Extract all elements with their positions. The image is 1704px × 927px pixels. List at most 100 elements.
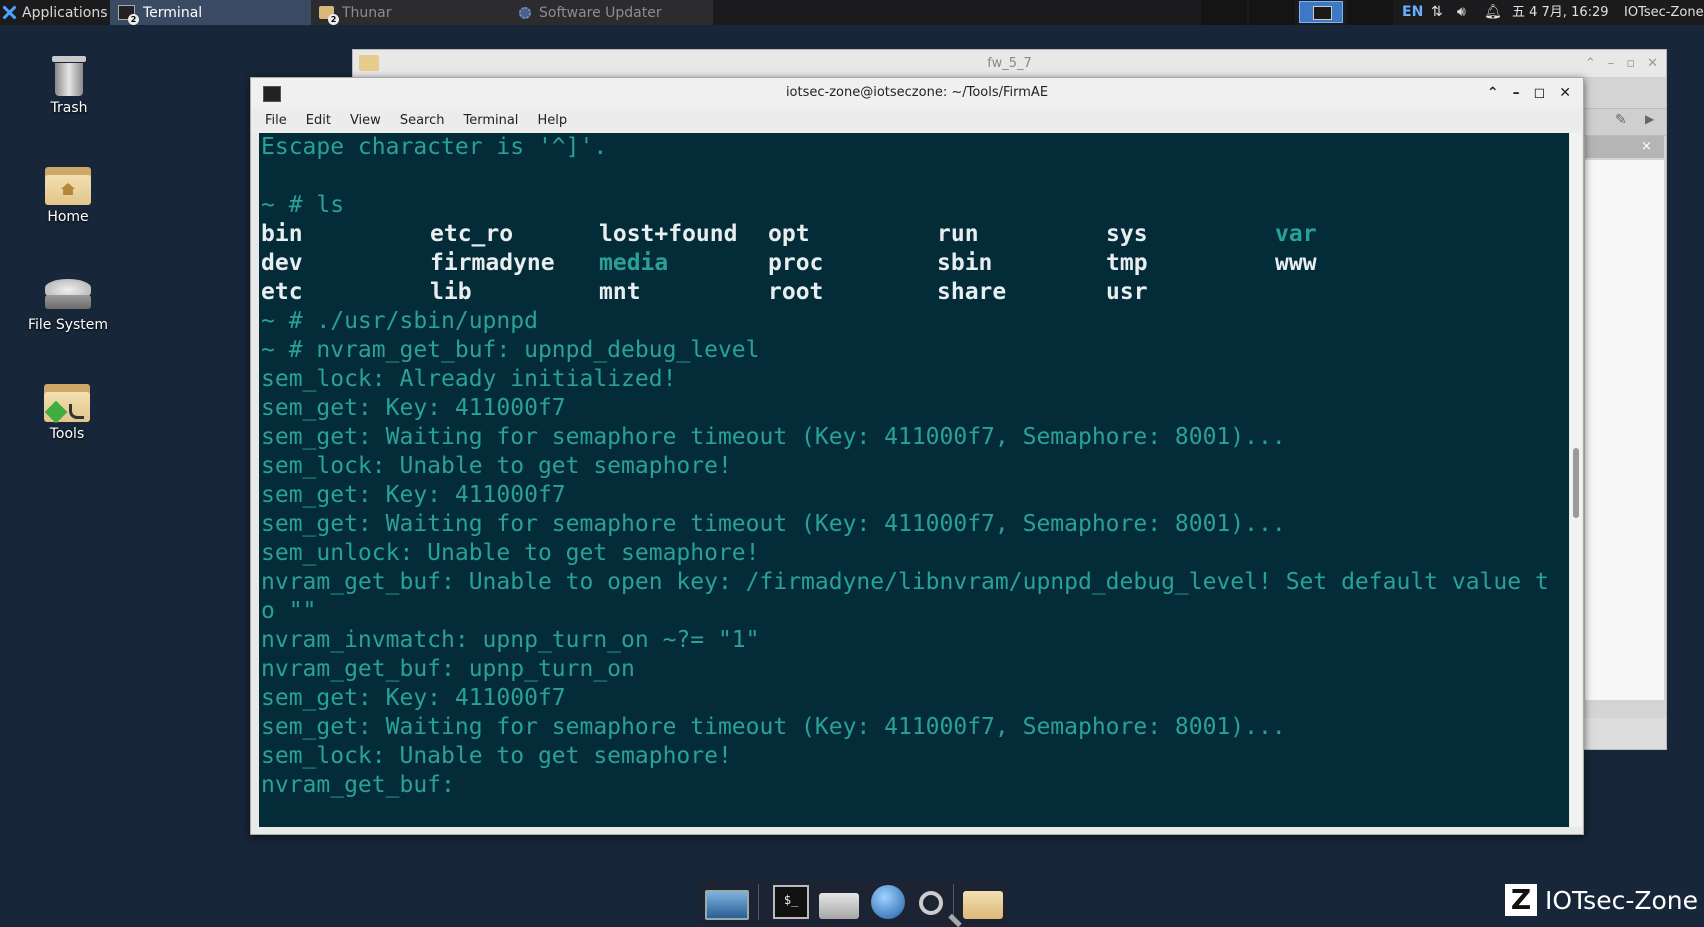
terminal-line: ~ # ls — [261, 192, 345, 218]
user-menu[interactable]: IOTsec-Zone — [1624, 0, 1704, 25]
thunar-titlebar[interactable]: fw_5_7 ⌃ – ▫ ✕ — [353, 50, 1666, 78]
ls-entry: www — [1275, 250, 1317, 276]
terminal-titlebar[interactable]: iotsec-zone@iotseczone: ~/Tools/FirmAE ⌃… — [251, 78, 1583, 108]
desktop-icon[interactable] — [704, 890, 749, 920]
dock-separator — [758, 884, 760, 920]
taskbar-terminal-button[interactable]: 2 Terminal — [110, 0, 311, 25]
ls-entry: dev — [261, 250, 303, 276]
desktop-icon-home[interactable]: Home — [13, 167, 123, 225]
maximize-button[interactable]: ◻ — [1534, 85, 1546, 101]
desktop-icon-file-system[interactable]: File System — [13, 279, 123, 333]
desktop-icon-label: Trash — [50, 100, 88, 116]
menu-view[interactable]: View — [350, 113, 381, 128]
ls-entry: lost+found — [599, 221, 738, 247]
desktop-icon-label: Tools — [49, 426, 85, 442]
ls-entry: root — [768, 279, 824, 305]
desktop-icon-label: File System — [27, 317, 109, 333]
terminal-output[interactable]: Escape character is '^]'. ~ # ls bin etc_… — [259, 133, 1569, 827]
ls-entry: etc_ro — [430, 221, 514, 247]
terminal-window-title: iotsec-zone@iotseczone: ~/Tools/FirmAE — [785, 85, 1049, 100]
taskbar-software-updater-button[interactable]: Software Updater — [511, 0, 713, 25]
terminal-after-lines: ~ # ./usr/sbin/upnpd ~ # nvram_get_buf: u… — [259, 307, 1569, 800]
shade-button[interactable]: ⌃ — [1487, 85, 1499, 101]
terminal-line: sem_lock: Already initialized! — [261, 366, 677, 392]
menu-help[interactable]: Help — [537, 113, 567, 128]
ls-directory-entry: media — [599, 250, 669, 276]
terminal-line — [259, 162, 1569, 191]
ls-entry: lib — [430, 279, 472, 305]
terminal-line: nvram_invmatch: upnp_turn_on ~?= "1" — [261, 627, 760, 653]
notification-bell-icon[interactable]: 🔔︎ — [1484, 0, 1502, 25]
minimize-button[interactable]: – — [1513, 85, 1520, 101]
workspace-4[interactable] — [1347, 0, 1393, 25]
terminal-icon[interactable]: $_ — [773, 885, 810, 919]
folder-icon[interactable] — [963, 891, 1004, 919]
terminal-line: sem_get: Waiting for semaphore timeout (… — [261, 424, 1286, 450]
thunar-file-area[interactable] — [1585, 160, 1664, 700]
search-icon[interactable] — [918, 891, 943, 915]
ls-entry: mnt — [599, 279, 641, 305]
shade-button[interactable]: ⌃ — [1585, 56, 1596, 71]
updater-icon — [519, 6, 531, 19]
terminal-line: nvram_get_buf: upnp_turn_on — [261, 656, 635, 682]
minimize-button[interactable]: – — [1608, 56, 1615, 71]
keyboard-layout-indicator[interactable]: EN — [1402, 0, 1423, 25]
window-count-badge: 2 — [128, 14, 139, 25]
workspace-2[interactable] — [1249, 0, 1295, 25]
workspace-1[interactable] — [1201, 0, 1247, 25]
volume-icon[interactable]: 🔊︎ — [1457, 0, 1466, 25]
drive-icon — [45, 279, 91, 313]
workspace-active[interactable] — [1299, 1, 1343, 23]
ls-row: bin etc_ro lost+found opt run sys var — [259, 220, 1569, 249]
clock[interactable]: 五 4 7月, 16:29 — [1512, 0, 1609, 25]
menu-terminal[interactable]: Terminal — [463, 113, 518, 128]
close-button[interactable]: ✕ — [1559, 85, 1571, 101]
desktop-icon-tools[interactable]: Tools — [12, 384, 122, 442]
watermark-text: IOTsec-Zone — [1545, 885, 1699, 915]
dock: $_ — [700, 878, 1008, 926]
menu-edit[interactable]: Edit — [306, 113, 331, 128]
edit-pencil-icon[interactable]: ✎ — [1615, 112, 1627, 128]
taskbar-thunar-button[interactable]: 2 Thunar — [311, 0, 511, 25]
terminal-line: ~ # nvram_get_buf: upnpd_debug_level — [261, 337, 760, 363]
ls-entry: share — [937, 279, 1007, 305]
browser-icon[interactable] — [871, 885, 906, 919]
terminal-line: sem_get: Key: 411000f7 — [261, 685, 566, 711]
terminal-icon: 2 — [118, 5, 139, 25]
home-folder-icon — [45, 167, 91, 205]
terminal-line: o "" — [261, 598, 317, 624]
maximize-button[interactable]: ▫ — [1626, 56, 1635, 71]
terminal-line: sem_lock: Unable to get semaphore! — [261, 453, 732, 479]
desktop-icon-trash[interactable]: Trash — [14, 56, 124, 116]
terminal-line: nvram_get_buf: Unable to open key: /firm… — [261, 569, 1549, 595]
taskbar-terminal-label: Terminal — [143, 4, 203, 21]
thunar-window-title: fw_5_7 — [987, 56, 1032, 71]
trash-icon — [52, 56, 86, 96]
scrollbar-thumb[interactable] — [1573, 448, 1579, 518]
taskbar-software-updater-label: Software Updater — [539, 4, 662, 21]
ls-entry — [1275, 278, 1444, 307]
terminal-line: nvram_get_buf: — [261, 772, 455, 798]
terminal-window[interactable]: iotsec-zone@iotseczone: ~/Tools/FirmAE ⌃… — [250, 77, 1584, 835]
terminal-line: sem_get: Key: 411000f7 — [261, 482, 566, 508]
network-icon[interactable]: ⇅ — [1431, 0, 1443, 25]
ls-entry: sys — [1106, 221, 1148, 247]
ls-entry: sbin — [937, 250, 993, 276]
pane-close-button[interactable]: × — [1585, 136, 1664, 158]
menu-file[interactable]: File — [265, 113, 287, 128]
ls-entry: bin — [261, 221, 303, 247]
chevron-right-icon[interactable]: ▶ — [1645, 112, 1654, 126]
close-button[interactable]: ✕ — [1647, 56, 1658, 71]
terminal-scrollbar[interactable] — [1570, 133, 1582, 827]
ls-entry: tmp — [1106, 250, 1148, 276]
home-icon[interactable] — [818, 893, 859, 919]
window-count-badge: 2 — [328, 14, 339, 25]
applications-menu[interactable]: Applications : — [0, 0, 117, 25]
ls-entry: opt — [768, 221, 810, 247]
ls-row: etc lib mnt root share usr — [259, 278, 1569, 307]
ls-row: dev firmadyne media proc sbin tmp www — [259, 249, 1569, 278]
folder-icon: 2 — [319, 6, 339, 25]
ls-entry: etc — [261, 279, 303, 305]
terminal-line: sem_get: Key: 411000f7 — [261, 395, 566, 421]
menu-search[interactable]: Search — [400, 113, 445, 128]
